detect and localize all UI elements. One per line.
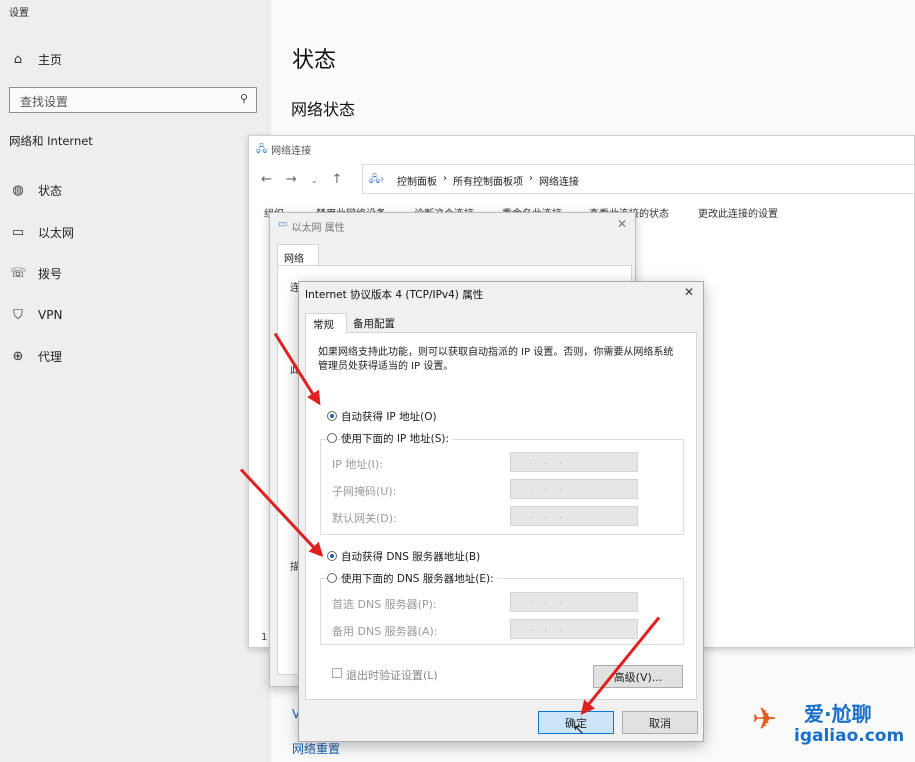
search-icon: ⚲ xyxy=(239,92,248,105)
cancel-button[interactable]: 取消 xyxy=(622,711,698,734)
radio-auto-ip[interactable] xyxy=(327,411,337,421)
auto-dns-label[interactable]: 自动获得 DNS 服务器地址(B) xyxy=(341,549,480,564)
tab-general[interactable]: 常规 xyxy=(305,313,347,333)
proxy-icon: ⊕ xyxy=(12,348,24,364)
alternate-dns-field[interactable]: ... xyxy=(510,619,638,639)
radio-auto-dns[interactable] xyxy=(327,551,337,561)
gateway-label: 默认网关(D): xyxy=(332,512,397,525)
ip-address-field[interactable]: ... xyxy=(510,452,638,472)
watermark-brand: 爱·尬聊 xyxy=(804,702,872,726)
eth-titlebar: ▭ 以太网 属性 xyxy=(278,219,345,234)
nav-status[interactable]: ◍ 状态 xyxy=(10,179,62,201)
dropdown-icon[interactable]: ⌄ xyxy=(311,176,332,185)
nav-home[interactable]: ⌂ 主页 xyxy=(10,48,62,70)
page-title: 状态 xyxy=(292,48,337,73)
globe-icon: ◍ xyxy=(12,182,24,198)
tcp-title: Internet 协议版本 4 (TCP/IPv4) 属性 xyxy=(305,289,484,301)
tab-alternate[interactable]: 备用配置 xyxy=(348,316,395,331)
section-heading: 网络和 Internet xyxy=(9,134,93,148)
validate-checkbox[interactable] xyxy=(332,668,342,678)
watermark-site: igaliao.com xyxy=(794,726,905,746)
breadcrumb[interactable]: 控制面板 › 所有控制面板项 › 网络连接 xyxy=(397,173,579,188)
up-icon[interactable]: ↑ xyxy=(332,172,357,187)
gateway-field[interactable]: ... xyxy=(510,506,638,526)
manual-ip-label[interactable]: 使用下面的 IP 地址(S): xyxy=(341,431,452,446)
watermark-logo: ✈ 爱·尬聊 igaliao.com xyxy=(752,698,910,754)
control-panel-icon: 🖧› xyxy=(369,174,385,185)
radio-manual-dns[interactable] xyxy=(327,573,337,583)
subnet-mask-field[interactable]: ... xyxy=(510,479,638,499)
mouse-cursor-icon: ↖ xyxy=(573,722,585,738)
ethernet-icon: ▭ xyxy=(278,219,288,230)
address-bar[interactable]: 🖧› 控制面板 › 所有控制面板项 › 网络连接 xyxy=(362,164,915,194)
bird-logo-icon: ✈ xyxy=(752,702,778,737)
ip-address-label: IP 地址(I): xyxy=(332,458,383,471)
nav-arrows[interactable]: ←→⌄↑ xyxy=(261,172,356,187)
preferred-dns-label: 首选 DNS 服务器(P): xyxy=(332,598,437,611)
item-count: 1 xyxy=(261,632,268,643)
home-icon: ⌂ xyxy=(13,51,23,67)
manual-dns-label[interactable]: 使用下面的 DNS 服务器地址(E): xyxy=(341,571,497,586)
preferred-dns-field[interactable]: ... xyxy=(510,592,638,612)
radio-manual-ip[interactable] xyxy=(327,433,337,443)
subnet-mask-label: 子网掩码(U): xyxy=(332,485,397,498)
search-input[interactable]: 查找设置 ⚲ xyxy=(9,87,257,113)
tcp-close-icon[interactable]: ✕ xyxy=(684,285,694,299)
eth-tab-network[interactable]: 网络 xyxy=(277,244,319,266)
tcp-description: 如果网络支持此功能，则可以获取自动指派的 IP 设置。否则，你需要从网络系统管理… xyxy=(318,347,674,372)
network-status-heading: 网络状态 xyxy=(291,100,356,119)
forward-icon[interactable]: → xyxy=(286,172,311,187)
nav-dialup[interactable]: ☏ 拨号 xyxy=(10,262,62,284)
validate-label[interactable]: 退出时验证设置(L) xyxy=(346,667,438,683)
back-icon[interactable]: ← xyxy=(261,172,286,187)
netconn-titlebar: 🖧 网络连接 xyxy=(256,144,312,157)
settings-sidebar: 设置 ⌂ 主页 查找设置 ⚲ 网络和 Internet ◍ 状态 ▭ 以太网 ☏ 拨号 ⛉… xyxy=(0,0,271,762)
vpn-icon: ⛉ xyxy=(13,307,23,323)
alternate-dns-label: 备用 DNS 服务器(A): xyxy=(332,625,438,638)
eth-close-icon[interactable]: ✕ xyxy=(617,217,627,231)
ethernet-icon: ▭ xyxy=(11,224,25,240)
nav-proxy[interactable]: ⊕ 代理 xyxy=(10,345,62,367)
nav-ethernet[interactable]: ▭ 以太网 xyxy=(10,221,74,243)
nav-vpn[interactable]: ⛉ VPN xyxy=(10,304,62,326)
auto-ip-label[interactable]: 自动获得 IP 地址(O) xyxy=(341,409,437,424)
network-icon: 🖧 xyxy=(256,144,268,155)
dialup-icon: ☏ xyxy=(10,265,27,281)
toolbar-change-settings[interactable]: 更改此连接的设置 xyxy=(698,205,778,220)
network-reset-link[interactable]: 网络重置 xyxy=(292,740,340,757)
app-title: 设置 xyxy=(9,8,29,19)
